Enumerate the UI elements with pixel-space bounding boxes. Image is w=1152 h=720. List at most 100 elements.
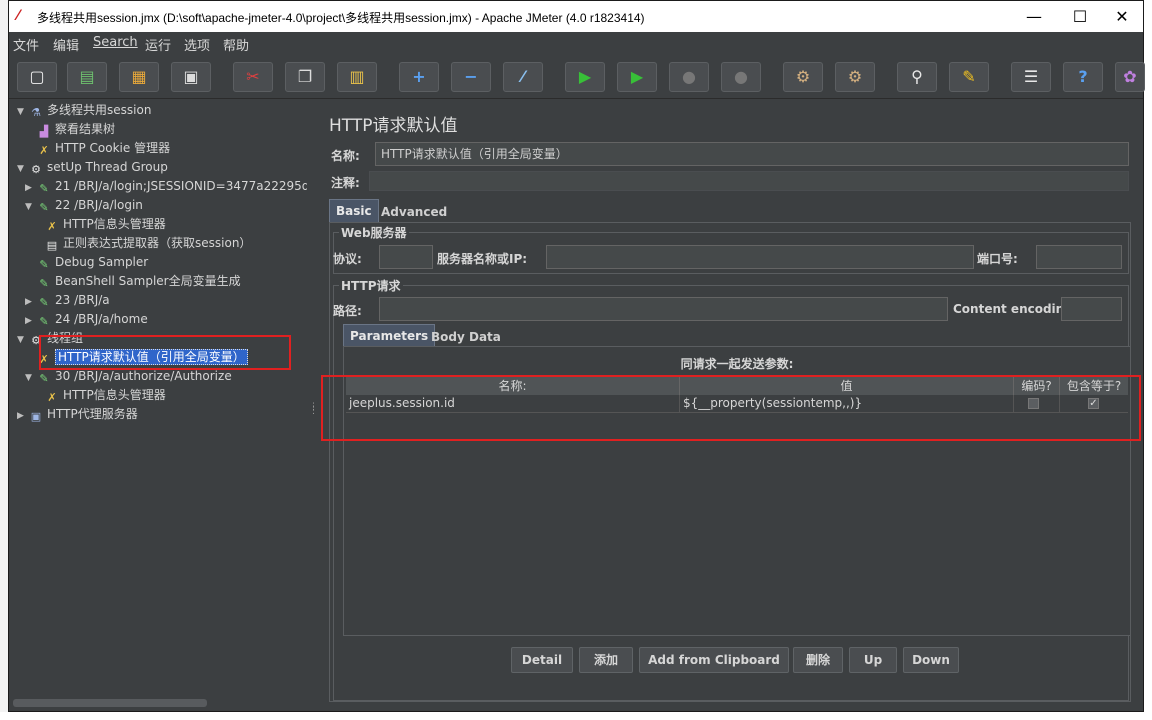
menu-run[interactable]: 运行 (145, 35, 171, 54)
tree-node-label: HTTP信息头管理器 (63, 217, 166, 231)
menu-options[interactable]: 选项 (184, 35, 210, 54)
help-icon[interactable]: ? (1063, 62, 1103, 92)
minimize-button[interactable]: — (1011, 1, 1057, 32)
open-icon[interactable]: ▦ (119, 62, 159, 92)
tree-node[interactable]: ▼ ⚗ 多线程共用session (17, 101, 151, 120)
copy-icon[interactable]: ❐ (285, 62, 325, 92)
menu-edit[interactable]: 编辑 (53, 35, 79, 54)
reset-search-icon[interactable]: ✎ (949, 62, 989, 92)
tab-advanced[interactable]: Advanced (375, 201, 453, 223)
tree-node[interactable]: ✎ BeanShell Sampler全局变量生成 (25, 272, 241, 291)
collapsed-arrow-icon[interactable]: ▶ (17, 407, 29, 426)
window-title: 多线程共用session.jmx (D:\soft\apache-jmeter-… (37, 11, 645, 25)
tree-node-label: 23 /BRJ/a (55, 293, 110, 307)
protocol-field[interactable] (379, 245, 433, 269)
cut-icon[interactable]: ✂ (233, 62, 273, 92)
tab-body-data[interactable]: Body Data (425, 326, 507, 348)
results-tree-icon: ▟ (39, 125, 49, 138)
port-label: 端口号: (977, 252, 1018, 266)
maximize-button[interactable]: ☐ (1057, 1, 1103, 32)
sampler-icon: ✎ (39, 258, 49, 271)
path-field[interactable] (379, 297, 948, 321)
shutdown-icon[interactable]: ● (721, 62, 761, 92)
tree-node[interactable]: ✗ HTTP Cookie 管理器 (25, 139, 170, 158)
menu-help[interactable]: 帮助 (223, 35, 249, 54)
search-icon[interactable]: ⚲ (897, 62, 937, 92)
tree-node[interactable]: ▼ ⚙ setUp Thread Group (17, 158, 168, 177)
menu-file[interactable]: 文件 (13, 35, 39, 54)
save-icon[interactable]: ▣ (171, 62, 211, 92)
tree-node[interactable]: ✗ HTTP信息头管理器 (33, 215, 166, 234)
background-window-bottom (0, 712, 1152, 720)
comment-label: 注释: (331, 176, 360, 190)
jmeter-window: ⁄ 多线程共用session.jmx (D:\soft\apache-jmete… (8, 0, 1145, 712)
tree-node-label: 察看结果树 (55, 122, 116, 136)
templates-icon[interactable]: ▤ (67, 62, 107, 92)
test-plan-tree: ▼ ⚗ 多线程共用session ▟ 察看结果树 ✗ HTTP Cookie 管理器 ▼ ⚙ se… (9, 99, 309, 711)
tree-node[interactable]: ▟ 察看结果树 (25, 120, 115, 139)
tree-node[interactable]: ▶ ▣ HTTP代理服务器 (17, 405, 138, 424)
tree-node[interactable]: ✗ HTTP信息头管理器 (33, 386, 166, 405)
tree-node[interactable]: ▶ ✎ 21 /BRJ/a/login;JSESSIONID=3477a22295d (25, 177, 309, 196)
clear-icon[interactable]: ⚙ (783, 62, 823, 92)
tree-node-label: HTTP Cookie 管理器 (55, 141, 171, 155)
tree-node[interactable]: ▤ 正则表达式提取器（获取session） (33, 234, 252, 253)
remote-icon[interactable]: ✿ (1115, 62, 1145, 92)
comment-field[interactable] (369, 171, 1129, 191)
collapse-icon[interactable]: − (451, 62, 491, 92)
detail-button[interactable]: Detail (511, 647, 573, 673)
parameters-caption: 同请求一起发送参数: (680, 357, 794, 371)
tree-node[interactable]: ▶ ✎ 23 /BRJ/a (25, 291, 110, 310)
annotation-highlight-tree (39, 335, 291, 370)
tab-parameters[interactable]: Parameters (343, 324, 436, 348)
tree-node[interactable]: ✎ Debug Sampler (25, 253, 148, 272)
up-button[interactable]: Up (849, 647, 897, 673)
tree-node-label: 21 /BRJ/a/login;JSESSIONID=3477a22295d (55, 179, 310, 193)
tree-horizontal-scrollbar[interactable] (13, 699, 207, 707)
tree-node-label: Debug Sampler (55, 255, 149, 269)
menu-search[interactable]: Search (93, 35, 138, 50)
config-tool-icon: ✗ (39, 144, 49, 157)
toolbar: ▢ ▤ ▦ ▣ ✂ ❐ ▥ + − ⁄ ▶ ▶ ● ● ⚙ ⚙ ⚲ ✎ ☰ ? … (9, 56, 1145, 99)
sampler-icon: ✎ (39, 182, 49, 195)
new-icon[interactable]: ▢ (17, 62, 57, 92)
tree-node-label: 多线程共用session (47, 103, 152, 117)
split-pane-divider[interactable]: ⋮ ⋮ (307, 99, 318, 711)
stop-icon[interactable]: ● (669, 62, 709, 92)
menu-bar: 文件 编辑 Search 运行 选项 帮助 (9, 32, 1143, 54)
port-field[interactable] (1036, 245, 1122, 269)
start-no-pause-icon[interactable]: ▶ (617, 62, 657, 92)
tab-basic[interactable]: Basic (329, 199, 379, 223)
web-server-title: Web服务器 (339, 224, 409, 241)
close-button[interactable]: ✕ (1099, 1, 1145, 32)
down-button[interactable]: Down (903, 647, 959, 673)
delete-button[interactable]: 删除 (793, 647, 843, 673)
test-plan-icon: ⚗ (31, 106, 41, 119)
server-field[interactable] (546, 245, 974, 269)
protocol-label: 协议: (333, 252, 362, 266)
name-field[interactable]: HTTP请求默认值（引用全局变量） (375, 142, 1129, 166)
config-tool-icon: ✗ (47, 391, 57, 404)
sampler-icon: ✎ (39, 296, 49, 309)
extractor-icon: ▤ (46, 239, 58, 252)
start-icon[interactable]: ▶ (565, 62, 605, 92)
name-label: 名称: (331, 149, 360, 163)
tree-node-label: HTTP代理服务器 (47, 407, 138, 421)
tree-node[interactable]: ▶ ✎ 24 /BRJ/a/home (25, 310, 148, 329)
function-helper-icon[interactable]: ☰ (1011, 62, 1051, 92)
tree-node-label: BeanShell Sampler全局变量生成 (55, 274, 241, 288)
paste-icon[interactable]: ▥ (337, 62, 377, 92)
tree-node-label: HTTP信息头管理器 (63, 388, 166, 402)
encoding-field[interactable] (1061, 297, 1122, 321)
toggle-icon[interactable]: ⁄ (503, 62, 543, 92)
clear-all-icon[interactable]: ⚙ (835, 62, 875, 92)
add-from-clipboard-button[interactable]: Add from Clipboard (639, 647, 789, 673)
expand-icon[interactable]: + (399, 62, 439, 92)
tree-node[interactable]: ▼ ✎ 22 /BRJ/a/login (25, 196, 143, 215)
tree-node-label: setUp Thread Group (47, 160, 168, 174)
thread-group-icon: ⚙ (31, 163, 41, 176)
add-button[interactable]: 添加 (579, 647, 633, 673)
http-request-title: HTTP请求 (339, 277, 403, 294)
tree-node-label: 正则表达式提取器（获取session） (63, 236, 252, 250)
encoding-label: Content encoding: (953, 302, 1078, 316)
